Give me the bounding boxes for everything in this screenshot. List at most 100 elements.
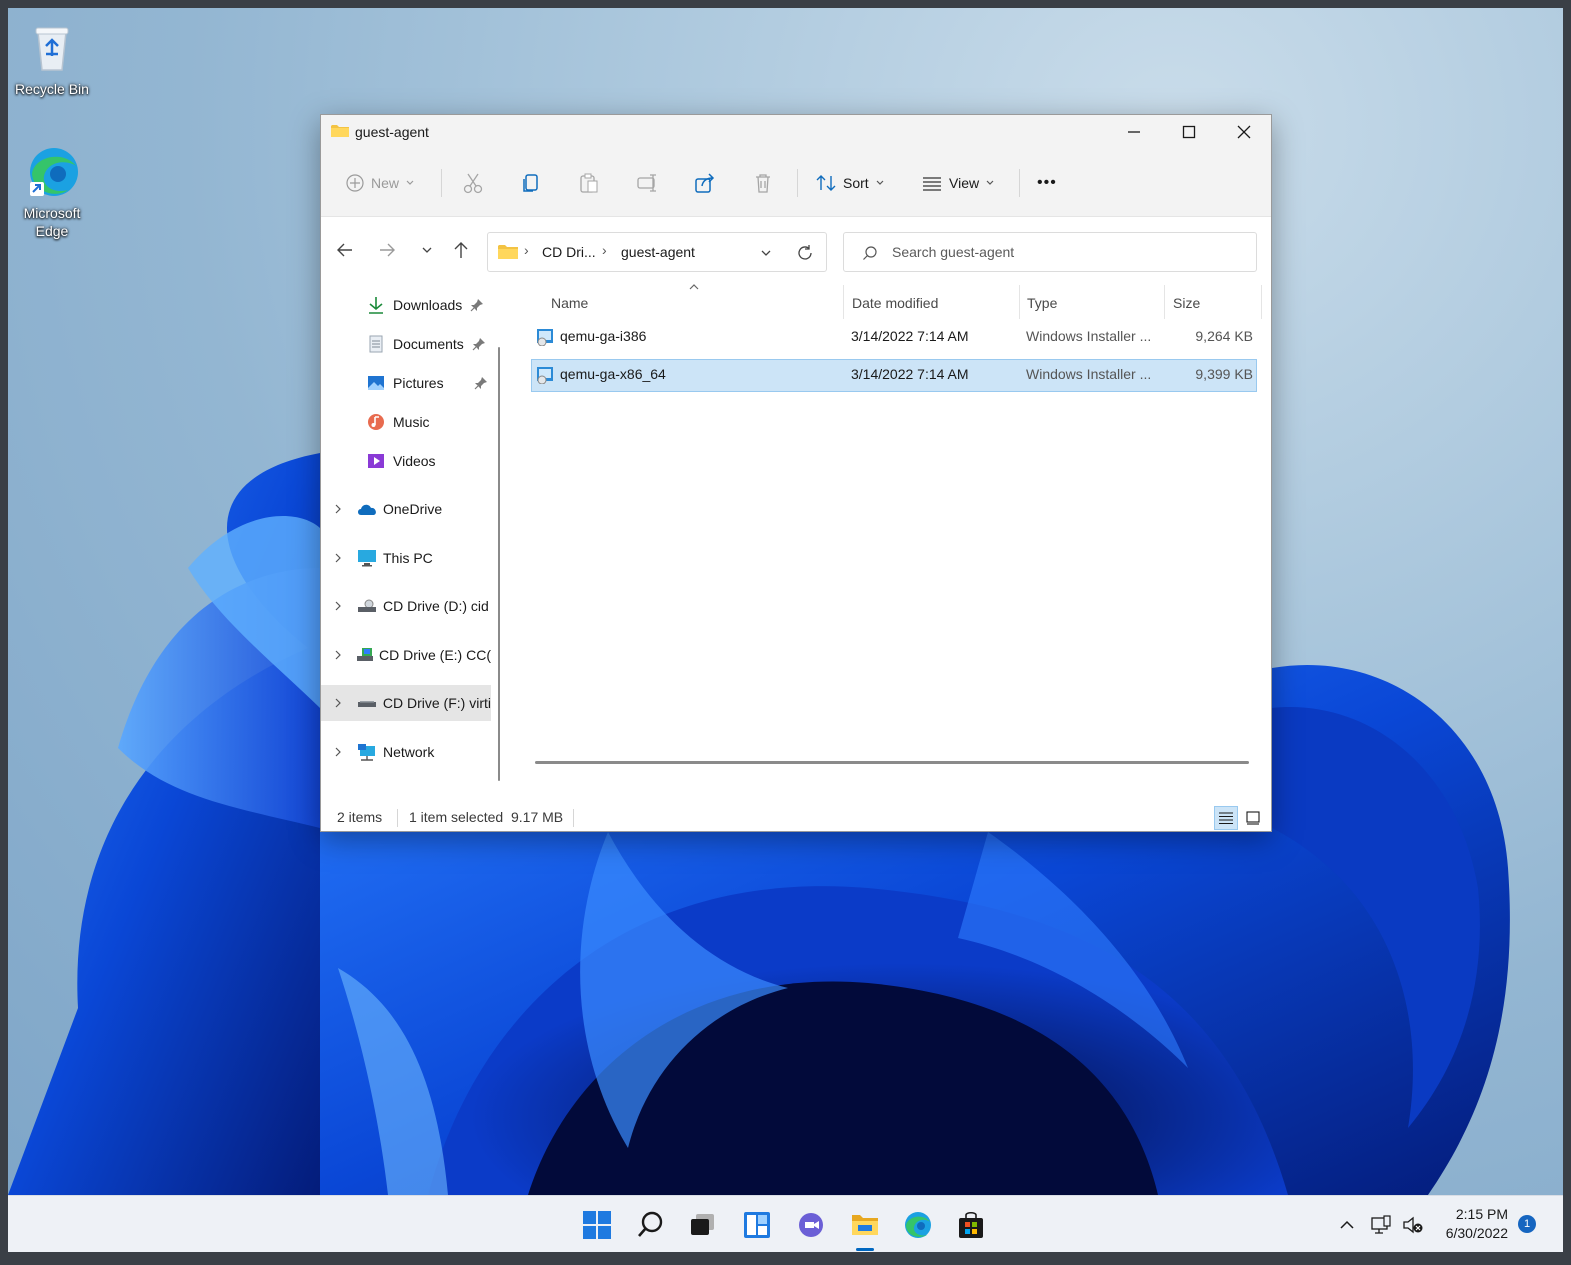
- sidebar-item-label: CD Drive (D:) cid: [383, 598, 489, 614]
- delete-button[interactable]: [751, 166, 775, 200]
- back-button[interactable]: [331, 237, 359, 263]
- start-button[interactable]: [580, 1208, 614, 1242]
- file-explorer-taskbar-button[interactable]: [848, 1208, 882, 1242]
- store-button[interactable]: [954, 1208, 988, 1242]
- cut-button[interactable]: [461, 166, 485, 200]
- sort-button[interactable]: Sort: [815, 166, 885, 200]
- view-label: View: [949, 175, 980, 191]
- column-divider[interactable]: [1261, 285, 1262, 319]
- sidebar-item-label: Downloads: [393, 297, 463, 313]
- edge-shortcut[interactable]: Microsoft Edge: [9, 144, 95, 240]
- sidebar-item-label: Documents: [393, 336, 464, 352]
- show-hidden-icons-button[interactable]: [1334, 1208, 1360, 1242]
- chevron-right-icon[interactable]: [333, 746, 343, 758]
- column-header-size[interactable]: Size: [1173, 295, 1200, 311]
- sort-ascending-icon: [689, 284, 699, 290]
- chevron-right-icon[interactable]: [333, 503, 343, 515]
- sidebar-item-onedrive[interactable]: OneDrive: [321, 491, 491, 527]
- window-title: guest-agent: [355, 124, 429, 140]
- horizontal-scrollbar[interactable]: [535, 761, 1249, 764]
- widgets-icon: [744, 1212, 770, 1238]
- widgets-button[interactable]: [740, 1208, 774, 1242]
- network-status-button[interactable]: [1368, 1208, 1394, 1242]
- sidebar-item-network[interactable]: Network: [321, 734, 491, 770]
- column-divider[interactable]: [843, 285, 844, 319]
- notification-badge[interactable]: 1: [1518, 1215, 1536, 1233]
- chevron-right-icon[interactable]: [333, 600, 343, 612]
- file-row-qemu-ga-i386[interactable]: qemu-ga-i386 3/14/2022 7:14 AM Windows I…: [531, 321, 1257, 354]
- file-type: Windows Installer ...: [1026, 328, 1152, 344]
- rename-button[interactable]: [635, 166, 659, 200]
- chevron-down-icon: [986, 180, 994, 185]
- edge-taskbar-button[interactable]: [901, 1208, 935, 1242]
- cd-drive-icon: [357, 701, 376, 707]
- column-header-name[interactable]: Name: [551, 295, 588, 311]
- forward-button[interactable]: [373, 237, 401, 263]
- this-pc-icon: [358, 550, 376, 567]
- edge-icon: [24, 144, 80, 200]
- paste-button[interactable]: [577, 166, 601, 200]
- sidebar-item-label: Videos: [393, 453, 436, 469]
- rename-icon: [637, 174, 656, 192]
- sidebar-item-cd-drive-d[interactable]: CD Drive (D:) cid: [321, 588, 491, 624]
- file-explorer-icon: [852, 1215, 878, 1235]
- column-divider[interactable]: [1164, 285, 1165, 319]
- chevron-right-icon[interactable]: [333, 649, 342, 661]
- column-header-type[interactable]: Type: [1027, 295, 1057, 311]
- task-view-button[interactable]: [686, 1208, 720, 1242]
- arrow-left-icon: [337, 243, 352, 257]
- sidebar-item-pictures[interactable]: Pictures: [321, 365, 491, 401]
- tiles-view-button[interactable]: [1241, 806, 1265, 830]
- column-divider[interactable]: [1019, 285, 1020, 319]
- sidebar-item-cd-drive-e[interactable]: CD Drive (E:) CC(: [321, 637, 491, 673]
- file-row-qemu-ga-x86-64[interactable]: qemu-ga-x86_64 3/14/2022 7:14 AM Windows…: [531, 359, 1257, 392]
- volume-button[interactable]: [1400, 1208, 1426, 1242]
- pin-icon[interactable]: [470, 298, 484, 312]
- more-options-button[interactable]: •••: [1037, 166, 1057, 200]
- chevron-right-icon[interactable]: [333, 552, 343, 564]
- copy-button[interactable]: [519, 166, 543, 200]
- refresh-icon[interactable]: [796, 244, 814, 262]
- search-box[interactable]: Search guest-agent: [843, 232, 1257, 272]
- folder-icon: [331, 125, 349, 137]
- tiles-view-icon: [1246, 811, 1260, 825]
- chevron-down-icon[interactable]: [760, 248, 772, 258]
- view-button[interactable]: View: [921, 166, 995, 200]
- taskbar-search-button[interactable]: [634, 1208, 668, 1242]
- breadcrumb-separator: ›: [602, 242, 607, 258]
- sidebar-item-this-pc[interactable]: This PC: [321, 540, 491, 576]
- delete-icon: [756, 174, 770, 193]
- clock[interactable]: 2:15 PM 6/30/2022: [1432, 1205, 1508, 1243]
- paste-icon: [580, 173, 598, 193]
- downloads-icon: [369, 297, 383, 314]
- chat-button[interactable]: [794, 1208, 828, 1242]
- recent-locations-button[interactable]: [413, 237, 441, 263]
- column-header-date-modified[interactable]: Date modified: [852, 295, 938, 311]
- sidebar-item-videos[interactable]: Videos: [321, 443, 491, 479]
- sidebar-item-label: Pictures: [393, 375, 444, 391]
- pin-icon[interactable]: [474, 376, 488, 390]
- details-view-button[interactable]: [1214, 806, 1238, 830]
- recycle-bin-shortcut[interactable]: Recycle Bin: [9, 20, 95, 98]
- new-button[interactable]: New: [345, 166, 415, 200]
- title-bar[interactable]: guest-agent: [321, 115, 1271, 149]
- sidebar-scrollbar[interactable]: [498, 347, 500, 781]
- sidebar-item-cd-drive-f[interactable]: CD Drive (F:) virti: [321, 685, 491, 721]
- close-button[interactable]: [1216, 115, 1271, 149]
- up-button[interactable]: [447, 237, 475, 263]
- minimize-button[interactable]: [1106, 115, 1161, 149]
- breadcrumb-guest-agent[interactable]: guest-agent: [621, 244, 695, 260]
- chevron-right-icon[interactable]: [333, 697, 343, 709]
- share-button[interactable]: [693, 166, 717, 200]
- address-bar[interactable]: › CD Dri... › guest-agent: [487, 232, 827, 272]
- sidebar-item-downloads[interactable]: Downloads: [321, 287, 491, 323]
- pin-icon[interactable]: [472, 337, 486, 351]
- sidebar-item-music[interactable]: Music: [321, 404, 491, 440]
- breadcrumb-cd-drive[interactable]: CD Dri...: [542, 244, 596, 260]
- sidebar-item-label: This PC: [383, 550, 433, 566]
- network-icon: [358, 744, 375, 761]
- sidebar-item-documents[interactable]: Documents: [321, 326, 491, 362]
- details-view-icon: [1219, 812, 1233, 824]
- new-label: New: [371, 175, 400, 191]
- maximize-button[interactable]: [1161, 115, 1216, 149]
